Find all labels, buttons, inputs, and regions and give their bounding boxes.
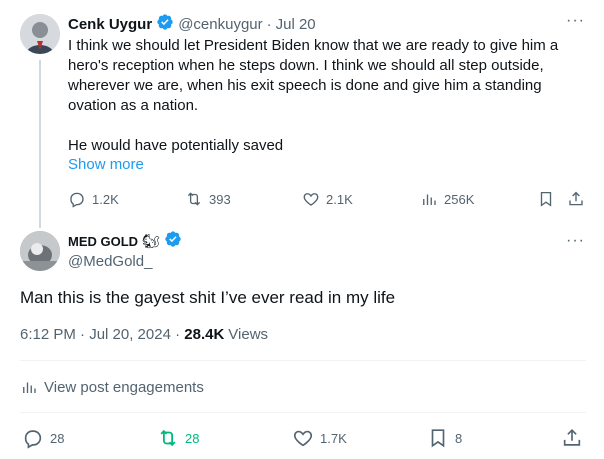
tweet-text: I think we should let President Biden kn… xyxy=(68,36,588,156)
heart-icon xyxy=(303,193,319,206)
display-name[interactable]: Cenk Uygur xyxy=(68,16,152,33)
bookmark-icon xyxy=(540,191,552,207)
view-engagements-link[interactable]: View post engagements xyxy=(20,378,204,396)
tweet-text-line: ovation as a nation. xyxy=(68,97,199,114)
tweet-header: Cenk Uygur @cenkuygur · Jul 20 xyxy=(68,14,316,34)
like-button[interactable]: 1.7K xyxy=(292,427,347,449)
squirrel-emoji-icon: 🐿 xyxy=(142,232,160,249)
tweet-text-line: He would have potentially saved xyxy=(68,137,284,154)
tweet-text-line: I think we should let President Biden kn… xyxy=(68,37,559,54)
reply-icon xyxy=(70,192,84,208)
repost-icon xyxy=(187,192,201,206)
views-label: Views xyxy=(228,326,269,343)
divider xyxy=(20,412,586,413)
heart-icon xyxy=(293,430,313,447)
repost-count: 393 xyxy=(209,191,231,207)
more-options-icon[interactable]: ··· xyxy=(566,232,585,250)
more-options-icon[interactable]: ··· xyxy=(566,12,585,30)
tweet-date[interactable]: Jul 20 xyxy=(276,16,316,33)
reply-count: 28 xyxy=(50,430,65,446)
share-icon xyxy=(569,191,583,206)
analytics-icon xyxy=(423,194,436,205)
views-count: 28.4K xyxy=(184,326,225,343)
like-count: 2.1K xyxy=(326,191,353,207)
bookmark-button[interactable] xyxy=(537,190,555,208)
share-icon xyxy=(563,429,581,446)
reply-icon xyxy=(24,430,42,449)
thread-line xyxy=(39,60,41,228)
repost-icon xyxy=(160,429,176,447)
share-button[interactable] xyxy=(567,190,585,208)
repost-button[interactable]: 28 xyxy=(157,427,199,449)
views-count: 256K xyxy=(444,191,475,207)
like-button[interactable]: 2.1K xyxy=(302,190,353,208)
tweet-meta: 6:12 PM · Jul 20, 2024 · 28.4K Views xyxy=(20,326,268,343)
tweet-text-line: hero's reception when he steps down. I t… xyxy=(68,57,544,74)
analytics-icon xyxy=(23,382,36,393)
tweet-text-line: wherever we are, when his exit speech is… xyxy=(68,77,542,94)
share-button[interactable] xyxy=(561,427,583,449)
avatar[interactable] xyxy=(20,14,60,54)
reply-count: 1.2K xyxy=(92,191,119,207)
repost-count: 28 xyxy=(185,430,200,446)
bookmark-count: 8 xyxy=(455,430,463,446)
reply-button[interactable]: 28 xyxy=(22,427,64,449)
handle[interactable]: @cenkuygur xyxy=(178,16,262,33)
timestamp[interactable]: 6:12 PM · Jul 20, 2024 · xyxy=(20,326,184,343)
repost-button[interactable]: 393 xyxy=(185,190,231,208)
reply-text: Man this is the gayest shit I’ve ever re… xyxy=(20,288,396,307)
handle[interactable]: @MedGold_ xyxy=(68,253,152,270)
engagements-label: View post engagements xyxy=(44,378,204,396)
views-button[interactable]: 256K xyxy=(420,190,474,208)
reply-button[interactable]: 1.2K xyxy=(68,190,119,208)
bookmark-icon xyxy=(431,429,445,448)
separator: · xyxy=(266,15,272,33)
avatar[interactable] xyxy=(20,231,60,271)
bookmark-button[interactable]: 8 xyxy=(427,427,462,449)
like-count: 1.7K xyxy=(320,430,347,446)
verified-badge-icon xyxy=(164,230,182,253)
display-name[interactable]: MED GOLD xyxy=(68,234,138,249)
show-more-link[interactable]: Show more xyxy=(68,156,144,173)
divider xyxy=(20,360,586,361)
reply-header: MED GOLD 🐿 xyxy=(68,230,182,253)
verified-badge-icon xyxy=(156,13,174,35)
